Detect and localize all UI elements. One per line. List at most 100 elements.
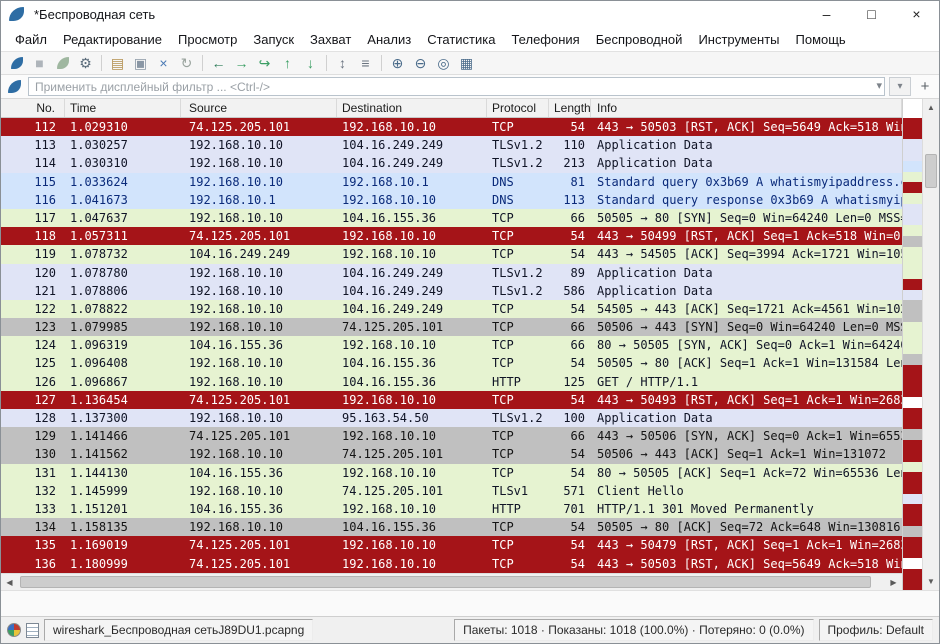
start-capture-icon[interactable] (5, 53, 28, 74)
packet-row[interactable]: 1261.096867192.168.10.10104.16.155.36HTT… (1, 373, 902, 391)
minimize-button[interactable]: – (804, 1, 849, 27)
reload-file-icon[interactable]: ↻ (175, 53, 198, 74)
maximize-button[interactable]: □ (849, 1, 894, 27)
add-filter-button[interactable]: + (915, 77, 935, 96)
packet-row[interactable]: 1361.18099974.125.205.101192.168.10.10TC… (1, 555, 902, 573)
profile-indicator[interactable]: Профиль: Default (819, 619, 934, 641)
horizontal-scrollbar[interactable]: ◀ ▶ (1, 573, 902, 590)
menu-go[interactable]: Запуск (245, 29, 302, 50)
packet-row[interactable]: 1351.16901974.125.205.101192.168.10.10TC… (1, 536, 902, 554)
vertical-scroll-track[interactable] (923, 116, 939, 573)
cell-info: 50505 → 80 [ACK] Seq=1 Ack=1 Win=131584 … (591, 354, 902, 372)
packet-row[interactable]: 1181.05731174.125.205.101192.168.10.10TC… (1, 227, 902, 245)
cell-protocol: TCP (487, 245, 549, 263)
column-header-time[interactable]: Time (65, 99, 181, 117)
column-header-destination[interactable]: Destination (337, 99, 487, 117)
packet-row[interactable]: 1161.041673192.168.10.1192.168.10.10DNS1… (1, 191, 902, 209)
cell-destination: 74.125.205.101 (337, 318, 487, 336)
zoom-reset-icon[interactable]: ◎ (432, 53, 455, 74)
menu-tools[interactable]: Инструменты (690, 29, 787, 50)
horizontal-scroll-thumb[interactable] (20, 576, 871, 588)
restart-capture-icon[interactable] (51, 53, 74, 74)
packet-row[interactable]: 1121.02931074.125.205.101192.168.10.10TC… (1, 118, 902, 136)
packet-row[interactable]: 1321.145999192.168.10.1074.125.205.101TL… (1, 482, 902, 500)
cell-destination: 104.16.155.36 (337, 354, 487, 372)
column-header-length[interactable]: Length (549, 99, 591, 117)
packet-row[interactable]: 1281.137300192.168.10.1095.163.54.50TLSv… (1, 409, 902, 427)
vertical-scrollbar[interactable]: ▲ ▼ (922, 99, 939, 590)
cell-source: 74.125.205.101 (181, 555, 337, 573)
cell-no: 115 (1, 173, 65, 191)
packet-row[interactable]: 1201.078780192.168.10.10104.16.249.249TL… (1, 264, 902, 282)
packet-row[interactable]: 1311.144130104.16.155.36192.168.10.10TCP… (1, 464, 902, 482)
packet-row[interactable]: 1151.033624192.168.10.10192.168.10.1DNS8… (1, 173, 902, 191)
go-last-icon[interactable]: ↓ (299, 53, 322, 74)
expert-info-icon[interactable] (7, 623, 21, 637)
filter-dropdown-icon[interactable]: ▾ (876, 79, 882, 92)
display-filter-input[interactable] (28, 77, 885, 96)
scroll-left-icon[interactable]: ◀ (1, 574, 18, 590)
close-button[interactable]: × (894, 1, 939, 27)
go-to-packet-icon[interactable]: ↪ (253, 53, 276, 74)
cell-length: 54 (549, 354, 591, 372)
packet-row[interactable]: 1341.158135192.168.10.10104.16.155.36TCP… (1, 518, 902, 536)
filter-bookmark-icon[interactable] (8, 80, 21, 93)
cell-source: 104.16.155.36 (181, 500, 337, 518)
vertical-scroll-thumb[interactable] (925, 154, 937, 188)
packet-row[interactable]: 1301.141562192.168.10.1074.125.205.101TC… (1, 445, 902, 463)
horizontal-scroll-track[interactable] (18, 574, 885, 590)
packet-row[interactable]: 1211.078806192.168.10.10104.16.249.249TL… (1, 282, 902, 300)
packet-row[interactable]: 1251.096408192.168.10.10104.16.155.36TCP… (1, 354, 902, 372)
go-back-icon[interactable]: ← (207, 53, 230, 74)
packet-row[interactable]: 1231.079985192.168.10.1074.125.205.101TC… (1, 318, 902, 336)
close-file-icon[interactable]: × (152, 53, 175, 74)
scroll-right-icon[interactable]: ▶ (885, 574, 902, 590)
packet-row[interactable]: 1331.151201104.16.155.36192.168.10.10HTT… (1, 500, 902, 518)
menu-wireless[interactable]: Беспроводной (588, 29, 691, 50)
menu-view[interactable]: Просмотр (170, 29, 245, 50)
packet-row[interactable]: 1271.13645474.125.205.101192.168.10.10TC… (1, 391, 902, 409)
scroll-down-icon[interactable]: ▼ (923, 573, 939, 590)
menu-analyze[interactable]: Анализ (359, 29, 419, 50)
menu-edit[interactable]: Редактирование (55, 29, 170, 50)
minimap-stripe (903, 580, 922, 591)
packet-row[interactable]: 1131.030257192.168.10.10104.16.249.249TL… (1, 136, 902, 154)
packet-row[interactable]: 1241.096319104.16.155.36192.168.10.10TCP… (1, 336, 902, 354)
column-header-info[interactable]: Info (591, 99, 902, 117)
filter-expression-combo[interactable]: ▾ (889, 77, 911, 96)
auto-scroll-icon[interactable]: ↕ (331, 53, 354, 74)
minimap-stripe (903, 451, 922, 462)
save-file-icon[interactable]: ▣ (129, 53, 152, 74)
column-header-source[interactable]: Source (181, 99, 337, 117)
packet-row[interactable]: 1221.078822192.168.10.10104.16.249.249TC… (1, 300, 902, 318)
colorize-icon[interactable]: ≡ (354, 53, 377, 74)
cell-length: 66 (549, 427, 591, 445)
go-forward-icon[interactable]: → (230, 53, 253, 74)
scroll-up-icon[interactable]: ▲ (923, 99, 939, 116)
menu-help[interactable]: Помощь (788, 29, 854, 50)
cell-destination: 104.16.249.249 (337, 264, 487, 282)
menu-statistics[interactable]: Статистика (419, 29, 503, 50)
capture-comment-icon[interactable] (26, 623, 39, 638)
menu-telephony[interactable]: Телефония (503, 29, 587, 50)
stop-capture-icon[interactable]: ■ (28, 53, 51, 74)
zoom-in-icon[interactable]: ⊕ (386, 53, 409, 74)
packet-minimap[interactable] (902, 99, 922, 590)
go-first-icon[interactable]: ↑ (276, 53, 299, 74)
column-header-no[interactable]: No. (1, 99, 65, 117)
menu-file[interactable]: Файл (7, 29, 55, 50)
capture-options-icon[interactable]: ⚙ (74, 53, 97, 74)
resize-columns-icon[interactable]: ▦ (455, 53, 478, 74)
packet-row[interactable]: 1141.030310192.168.10.10104.16.249.249TL… (1, 154, 902, 172)
zoom-out-icon[interactable]: ⊖ (409, 53, 432, 74)
cell-time: 1.180999 (65, 555, 181, 573)
column-header-protocol[interactable]: Protocol (487, 99, 549, 117)
cell-info: 443 → 50493 [RST, ACK] Seq=1 Ack=1 Win=2… (591, 391, 902, 409)
menu-capture[interactable]: Захват (302, 29, 359, 50)
packet-row[interactable]: 1171.047637192.168.10.10104.16.155.36TCP… (1, 209, 902, 227)
open-file-icon[interactable]: ▤ (106, 53, 129, 74)
toolbar-separator (101, 55, 102, 71)
packet-row[interactable]: 1291.14146674.125.205.101192.168.10.10TC… (1, 427, 902, 445)
packet-row[interactable]: 1191.078732104.16.249.249192.168.10.10TC… (1, 245, 902, 263)
cell-source: 74.125.205.101 (181, 227, 337, 245)
